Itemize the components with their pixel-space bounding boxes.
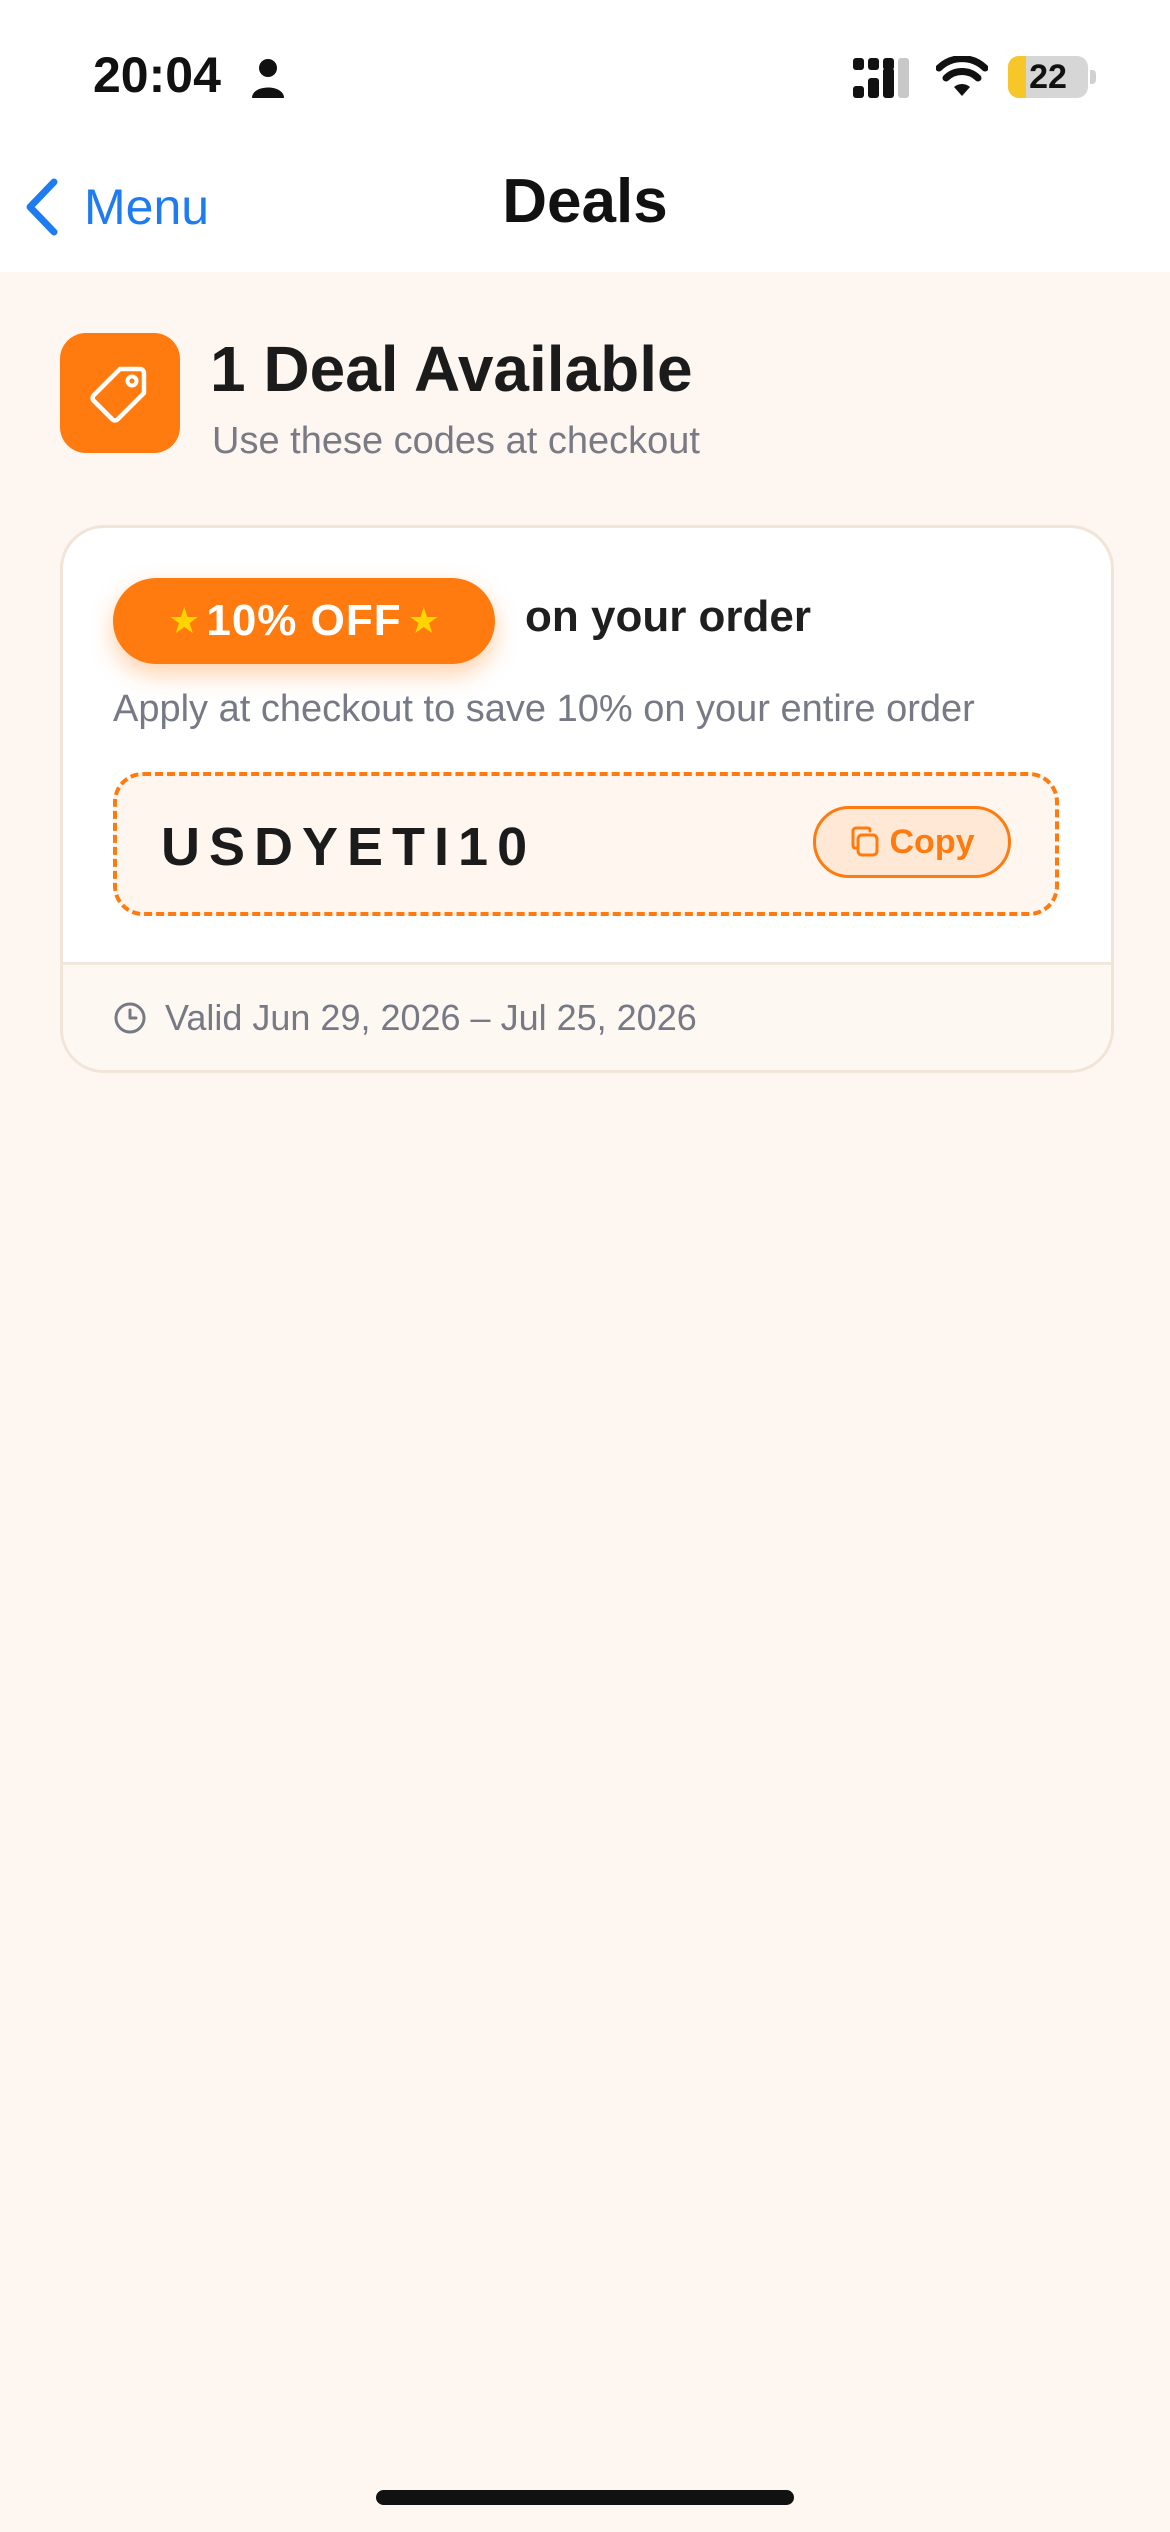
deals-subtitle: Use these codes at checkout bbox=[212, 420, 700, 462]
copy-code-button[interactable]: Copy bbox=[813, 806, 1011, 878]
deal-validity: Valid Jun 29, 2026 – Jul 25, 2026 bbox=[165, 997, 697, 1038]
promo-code: USDYETI10 bbox=[161, 817, 537, 877]
home-indicator bbox=[376, 2490, 794, 2505]
clock-icon bbox=[114, 1002, 146, 1034]
tag-icon-tile bbox=[60, 333, 180, 453]
battery-cap bbox=[1090, 70, 1096, 84]
deals-count-heading: 1 Deal Available bbox=[210, 333, 693, 405]
deal-validity-footer: Valid Jun 29, 2026 – Jul 25, 2026 bbox=[63, 965, 1111, 1070]
battery-indicator: 22 bbox=[1008, 56, 1088, 98]
star-icon: ★ bbox=[407, 600, 440, 641]
tag-icon bbox=[90, 366, 147, 423]
copy-label: Copy bbox=[889, 822, 975, 861]
wifi-icon bbox=[936, 56, 988, 96]
discount-suffix: on your order bbox=[525, 592, 812, 641]
cellular-signal-icon bbox=[853, 58, 909, 98]
deal-description: Apply at checkout to save 10% on your en… bbox=[113, 688, 975, 730]
battery-level: 22 bbox=[1029, 58, 1067, 96]
top-bar: 20:04 22 Menu Deals bbox=[0, 0, 1170, 272]
star-icon: ★ bbox=[168, 600, 201, 641]
copy-icon bbox=[851, 826, 878, 857]
person-icon bbox=[252, 59, 284, 98]
status-time: 20:04 bbox=[93, 47, 221, 103]
deal-card: ★ 10% OFF ★ on your order Apply at check… bbox=[60, 525, 1114, 1073]
discount-badge-label: 10% OFF bbox=[206, 596, 402, 645]
promo-code-box: USDYETI10 Copy bbox=[113, 772, 1059, 916]
page-title: Deals bbox=[502, 167, 668, 236]
discount-badge: ★ 10% OFF ★ bbox=[113, 578, 495, 664]
